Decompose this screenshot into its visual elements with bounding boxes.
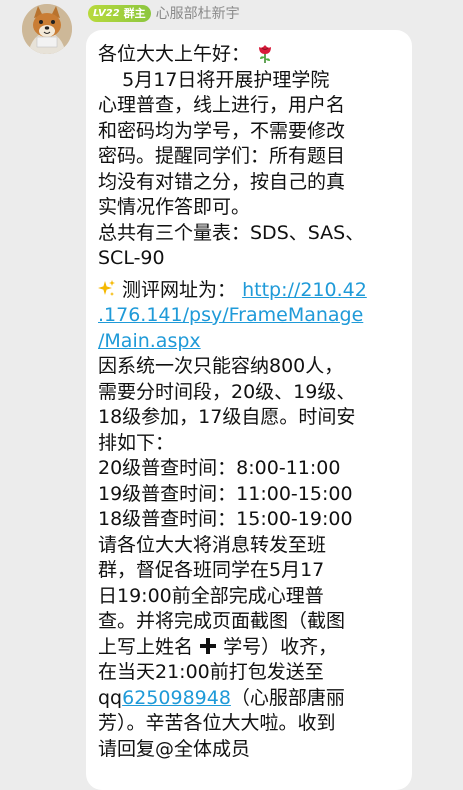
message-line: 日19:00前全部完成心理普 — [98, 584, 324, 607]
message-line: 密码。提醒同学们：所有题目 — [98, 145, 346, 167]
message-line: 请回复@全体成员 — [98, 737, 251, 760]
message-line: 18级参加，17级自愿。时间安 — [98, 406, 356, 428]
sender-name[interactable]: 心服部杜新宇 — [156, 3, 240, 23]
sender-header: LV22 群主 心服部杜新宇 — [88, 3, 240, 23]
heavy-plus-icon — [200, 637, 217, 654]
message-line: 心理普查，线上进行，用户名 — [98, 94, 346, 116]
message-line: 排如下： — [98, 431, 175, 454]
message-line: 群，督促各班同学在5月17 — [98, 559, 325, 581]
message-line: 和密码均为学号，不需要修改 — [98, 119, 346, 142]
message-bubble[interactable]: 各位大大上午好： 5月17日将开展护理学院 心理普查，线上进行，用户名 和密码均… — [86, 30, 412, 790]
badge-level: LV22 — [93, 7, 120, 19]
badge-role: 群主 — [123, 7, 146, 20]
message-line: 实情况作答即可。 — [98, 196, 251, 218]
group-owner-badge: LV22 群主 — [88, 4, 151, 22]
message-line: 20级普查时间：8:00-11:00 — [98, 457, 341, 479]
message-line: 总共有三个量表：SDS、SAS、 — [98, 221, 365, 244]
message-line: 需要分时间段，20级、19级、 — [98, 380, 356, 403]
message-line: 18级普查时间：15:00-19:00 — [98, 508, 353, 530]
sender-avatar[interactable] — [22, 4, 72, 54]
message-line: 查。并将完成页面截图（截图 — [98, 610, 346, 632]
message-line: SCL-90 — [98, 247, 165, 269]
message-line: 芳）。辛苦各位大大啦。收到 — [98, 712, 336, 734]
qq-number-link[interactable]: 625098948 — [122, 687, 231, 709]
message-line: 各位大大上午好： — [98, 42, 412, 68]
greeting-text: 各位大大上午好： — [98, 43, 251, 65]
message-line: 测评网址为： http://210.42 — [98, 278, 412, 304]
message-line: 上写上姓名 学号）收齐， — [98, 635, 412, 661]
message-text: （心服部唐丽 — [230, 686, 345, 709]
message-line: 均没有对错之分，按自己的真 — [98, 170, 346, 193]
shiba-dog-avatar-icon — [22, 4, 72, 54]
message-line: 19级普查时间：11:00-15:00 — [98, 482, 353, 505]
sparkles-icon — [98, 279, 115, 296]
url-label: 测评网址为： — [122, 278, 237, 301]
assessment-url-link[interactable]: /Main.aspx — [98, 330, 201, 352]
message-text: qq — [98, 686, 123, 709]
message-text: 上写上姓名 — [98, 635, 194, 658]
message-line: 5月17日将开展护理学院 — [98, 68, 330, 91]
message-line: /Main.aspx — [98, 329, 412, 355]
message-line: 在当天21:00前打包发送至 — [98, 661, 324, 683]
message-line: .176.141/psy/FrameManage — [98, 303, 412, 329]
message-line: 请各位大大将消息转发至班 — [98, 533, 327, 556]
message-line: 因系统一次只能容纳800人， — [98, 355, 344, 377]
message-line: qq625098948（心服部唐丽 — [98, 686, 412, 712]
rose-icon — [259, 45, 272, 63]
assessment-url-link[interactable]: .176.141/psy/FrameManage — [98, 304, 363, 326]
message-text: 学号）收齐， — [223, 635, 338, 658]
assessment-url-link[interactable]: http://210.42 — [242, 279, 367, 301]
